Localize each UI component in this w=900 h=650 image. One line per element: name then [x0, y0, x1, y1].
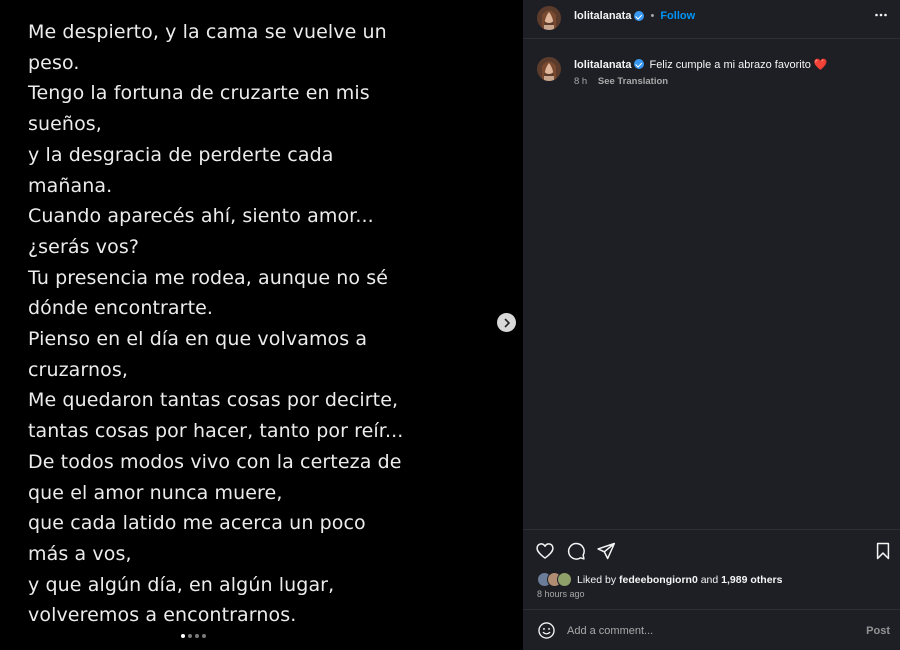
caption-text: Feliz cumple a mi abrazo favorito ❤️ [649, 59, 828, 71]
poem-line: Cuando aparecés ahí, siento amor... [28, 205, 374, 228]
likes-text: Liked by fedeebongiorn0 and 1,989 others [577, 574, 782, 586]
poem-line: sueños, [28, 113, 102, 136]
likes-others-link[interactable]: 1,989 others [721, 574, 782, 586]
save-button[interactable] [873, 541, 893, 561]
poem-line: De todos modos vivo con la certeza de [28, 450, 402, 473]
poem-line: y que algún día, en algún lugar, [28, 573, 335, 596]
separator-dot: • [650, 10, 655, 22]
likes-connector: and [700, 573, 719, 586]
poem-line: tantas cosas por hacer, tanto por reír..… [28, 420, 404, 443]
post-comment-button[interactable]: Post [866, 625, 890, 637]
post-header-info: lolitalanata • Follow [574, 10, 695, 22]
carousel-indicator [181, 634, 206, 638]
poem-line: más a vos, [28, 542, 132, 565]
poem-line: ¿serás vos? [28, 235, 140, 258]
poem-line: Me quedaron tantas cosas por decirte, [28, 389, 399, 412]
liker-avatar[interactable] [557, 572, 572, 587]
bookmark-icon [876, 542, 890, 560]
caption-meta: 8 h See Translation [574, 76, 668, 87]
likes-summary: Liked by fedeebongiorn0 and 1,989 others [537, 572, 782, 587]
carousel-dot [195, 634, 199, 638]
caption-time[interactable]: 8 h [574, 76, 587, 87]
poem-line: y la desgracia de perderte cada [28, 143, 334, 166]
poem-line: que cada latido me acerca un poco [28, 512, 366, 535]
likes-prefix: Liked by [577, 573, 617, 586]
comment-icon [567, 542, 585, 560]
share-button[interactable] [596, 541, 616, 561]
header-username[interactable]: lolitalanata [574, 10, 631, 22]
emoji-button[interactable] [537, 621, 556, 645]
poem-line: Me despierto, y la cama se vuelve un [28, 21, 387, 43]
liker-username[interactable]: fedeebongiorn0 [619, 574, 698, 586]
caption-username[interactable]: lolitalanata [574, 59, 631, 71]
comment-button[interactable] [566, 541, 586, 561]
share-icon [597, 542, 616, 560]
poem-line: Tu presencia me rodea, aunque no sé [28, 266, 389, 289]
heart-icon [536, 543, 554, 559]
poem-line: dónde encontrarte. [28, 297, 214, 320]
carousel-dot [181, 634, 185, 638]
carousel-next-button[interactable] [497, 313, 516, 332]
divider [523, 529, 900, 530]
post-caption: lolitalanata Feliz cumple a mi abrazo fav… [574, 58, 884, 71]
avatar[interactable] [537, 6, 561, 30]
verified-badge-icon [634, 59, 645, 69]
poem-line: que el amor nunca muere, [28, 481, 283, 504]
poem-text: Me despierto, y la cama se vuelve un peso… [28, 17, 498, 631]
poem-line: peso. [28, 51, 80, 74]
post-media: Me despierto, y la cama se vuelve un peso… [0, 0, 523, 650]
post-side-panel: lolitalanata • Follow lolitalanata Feliz … [523, 0, 900, 650]
poem-line: cruzarnos, [28, 358, 128, 381]
chevron-right-icon [504, 318, 510, 327]
caption-avatar[interactable] [537, 57, 561, 81]
poem-line: mañana. [28, 174, 113, 197]
poem-line: volveremos a encontrarnos. [28, 604, 297, 627]
like-button[interactable] [535, 541, 555, 561]
comment-input[interactable] [567, 622, 847, 640]
divider [523, 609, 900, 610]
follow-button[interactable]: Follow [660, 10, 695, 22]
poem-line: Tengo la fortuna de cruzarte en mis [28, 82, 370, 105]
carousel-dot [202, 634, 206, 638]
carousel-dot [188, 634, 192, 638]
poem-line: Pienso en el día en que volvamos a [28, 328, 368, 351]
post-timestamp[interactable]: 8 hours ago [537, 589, 585, 599]
see-translation-link[interactable]: See Translation [598, 76, 668, 87]
post-header: lolitalanata • Follow [523, 0, 900, 39]
more-options-icon[interactable] [874, 8, 888, 25]
verified-badge-icon [634, 11, 645, 21]
emoji-icon [538, 622, 555, 639]
